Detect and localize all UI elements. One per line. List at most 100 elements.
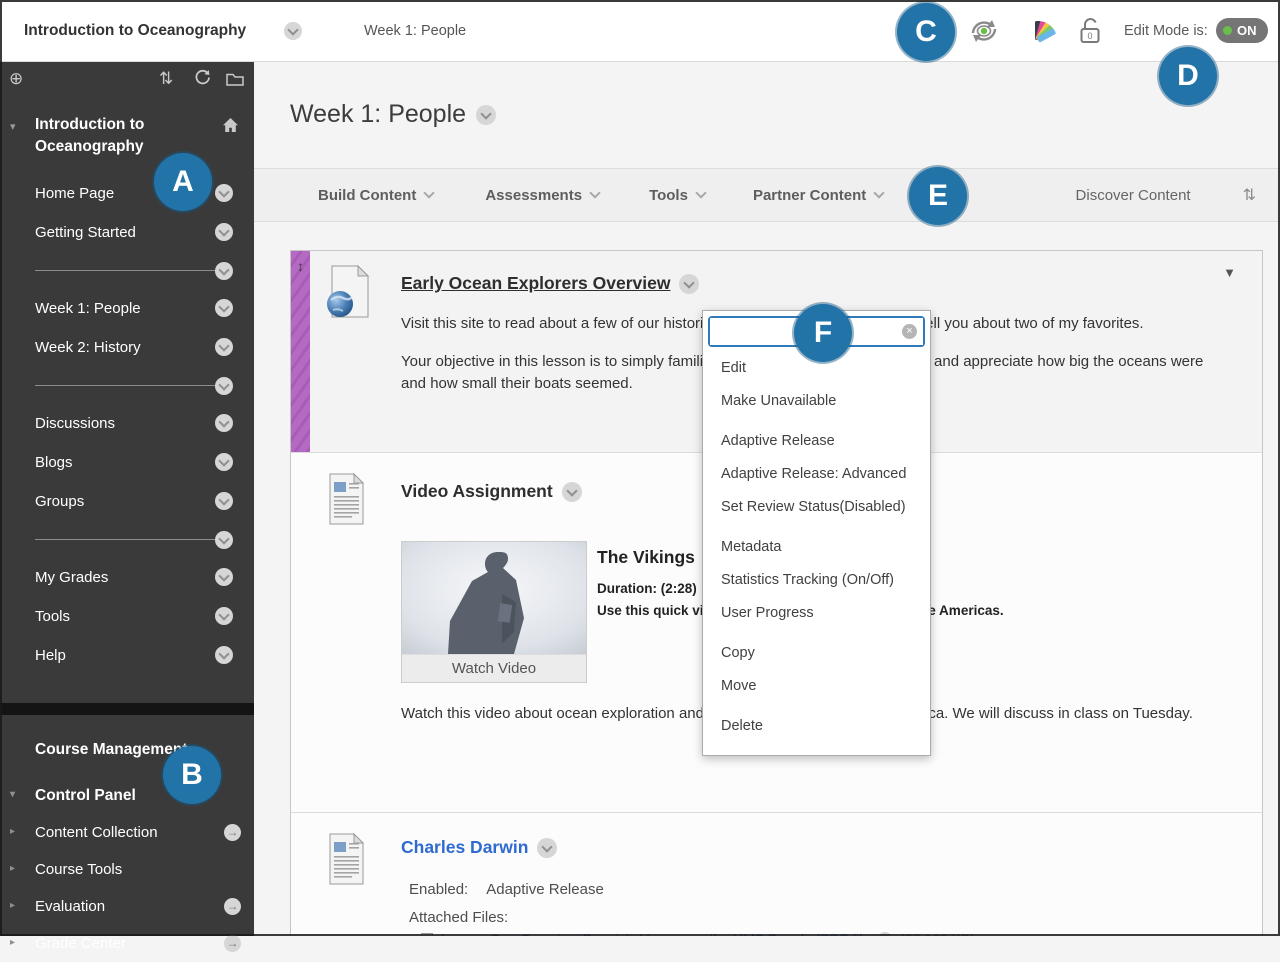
- content-item-charles-darwin: Charles Darwin Enabled: Adaptive Release…: [291, 813, 1262, 936]
- sidebar-course-header[interactable]: ▾ Introduction to Oceanography: [0, 98, 254, 164]
- item-options-chevron-icon[interactable]: [215, 453, 233, 471]
- menu-item-statistics-tracking[interactable]: Statistics Tracking (On/Off): [703, 564, 930, 597]
- menu-item-adaptive-release[interactable]: Adaptive Release: [703, 425, 930, 458]
- open-in-new-window-icon[interactable]: →: [224, 898, 241, 915]
- sidebar-item-help[interactable]: Help: [0, 636, 254, 675]
- student-preview-icon[interactable]: [966, 17, 1002, 50]
- sidebar-item-discussions[interactable]: Discussions: [0, 404, 254, 443]
- button-label: Build Content: [318, 186, 417, 204]
- item-options-chevron-icon[interactable]: [215, 184, 233, 202]
- drag-handle-icon[interactable]: ↕: [291, 258, 310, 274]
- sidebar-item-label: Week 2: History: [35, 339, 141, 356]
- sidebar-item-week-1-people[interactable]: Week 1: People: [0, 289, 254, 328]
- menu-item-user-progress[interactable]: User Progress: [703, 597, 930, 630]
- item-options-chevron-icon[interactable]: [537, 837, 558, 858]
- menu-item-delete[interactable]: Delete: [703, 710, 930, 743]
- item-title-link[interactable]: Charles Darwin: [401, 837, 528, 858]
- tools-button[interactable]: Tools: [649, 186, 707, 204]
- divider-options-chevron-icon[interactable]: [215, 377, 233, 395]
- menu-item-adaptive-release-advanced[interactable]: Adaptive Release: Advanced: [703, 458, 930, 491]
- toggle-green-dot-icon: [1223, 26, 1232, 35]
- collapse-triangle-icon[interactable]: ▾: [10, 120, 16, 133]
- item-options-chevron-icon[interactable]: [679, 273, 700, 294]
- sidebar-item-content-collection[interactable]: ▸ Content Collection →: [0, 814, 254, 851]
- refresh-icon[interactable]: [194, 69, 211, 91]
- chevron-down-icon: [589, 186, 601, 199]
- sidebar-course-title: Introduction to Oceanography: [35, 116, 145, 155]
- collapsed-triangle-icon[interactable]: ▸: [10, 900, 15, 911]
- page-title: Week 1: People: [290, 100, 497, 129]
- menu-item-make-unavailable[interactable]: Make Unavailable: [703, 385, 930, 418]
- item-options-chevron-icon[interactable]: [215, 607, 233, 625]
- sidebar-item-week-2-history[interactable]: Week 2: History: [0, 328, 254, 367]
- assessments-button[interactable]: Assessments: [485, 186, 601, 204]
- annotation-marker-c: C: [897, 3, 955, 61]
- item-options-chevron-icon[interactable]: [561, 481, 582, 502]
- item-options-chevron-icon[interactable]: [215, 646, 233, 664]
- course-management-header: Course Management: [35, 741, 188, 758]
- sidebar-item-label: Course Tools: [35, 861, 123, 878]
- enabled-value: Adaptive Release: [486, 881, 604, 898]
- add-menu-item-icon[interactable]: ⊕: [9, 70, 23, 88]
- item-title[interactable]: Video Assignment: [401, 481, 553, 502]
- sidebar-item-label: Groups: [35, 493, 85, 510]
- collapse-list-triangle-icon[interactable]: ▼: [1223, 265, 1236, 280]
- item-options-chevron-icon[interactable]: [215, 338, 233, 356]
- sidebar-item-evaluation[interactable]: ▸ Evaluation →: [0, 888, 254, 925]
- collapsed-triangle-icon[interactable]: ▸: [10, 863, 15, 874]
- open-in-new-window-icon[interactable]: →: [224, 824, 241, 841]
- attachment-link[interactable]: Lesson One Overview Darwin's Voyage on t…: [441, 931, 870, 936]
- sidebar-item-getting-started[interactable]: Getting Started: [0, 213, 254, 252]
- clear-search-icon[interactable]: ×: [902, 324, 917, 339]
- item-options-chevron-icon[interactable]: [215, 568, 233, 586]
- attachment-options-chevron-icon[interactable]: [878, 932, 893, 936]
- folder-view-icon[interactable]: [226, 72, 244, 90]
- discover-content-button[interactable]: Discover Content: [1076, 187, 1191, 204]
- button-label: Partner Content: [752, 186, 867, 204]
- partner-content-button[interactable]: Partner Content: [752, 186, 885, 204]
- sidebar-item-course-tools[interactable]: ▸ Course Tools: [0, 851, 254, 888]
- home-icon[interactable]: [222, 117, 239, 138]
- item-title-link[interactable]: Early Ocean Explorers Overview: [401, 273, 670, 294]
- menu-item-metadata[interactable]: Metadata: [703, 531, 930, 564]
- theme-palette-icon[interactable]: [1031, 18, 1057, 49]
- item-options-chevron-icon[interactable]: [215, 223, 233, 241]
- expanded-triangle-icon[interactable]: ▾: [10, 789, 15, 800]
- course-title-menu-chevron-icon[interactable]: [284, 22, 302, 40]
- chevron-down-icon: [695, 186, 707, 199]
- sidebar-item-blogs[interactable]: Blogs: [0, 443, 254, 482]
- page-title-options-chevron-icon[interactable]: [476, 104, 497, 125]
- collapsed-triangle-icon[interactable]: ▸: [10, 826, 15, 837]
- sidebar-item-label: Help: [35, 647, 66, 664]
- sidebar-item-label: Grade Center: [35, 935, 126, 952]
- edit-mode-toggle[interactable]: ON: [1216, 18, 1268, 43]
- watch-video-button[interactable]: Watch Video: [402, 654, 586, 682]
- divider-options-chevron-icon[interactable]: [215, 262, 233, 280]
- divider-options-chevron-icon[interactable]: [215, 531, 233, 549]
- sidebar-item-label: Control Panel: [35, 786, 136, 804]
- sidebar-item-label: Discussions: [35, 415, 116, 432]
- content-document-icon: [325, 472, 367, 530]
- sort-order-icon[interactable]: ⇅: [1243, 185, 1256, 205]
- open-in-new-window-icon[interactable]: →: [224, 935, 241, 952]
- item-options-chevron-icon[interactable]: [215, 492, 233, 510]
- sidebar-item-home-page[interactable]: Home Page: [0, 174, 254, 213]
- menu-item-set-review-status[interactable]: Set Review Status(Disabled): [703, 491, 930, 524]
- annotation-marker-d: D: [1159, 47, 1217, 105]
- sidebar-item-label: Evaluation: [35, 898, 106, 915]
- sidebar-item-grade-center[interactable]: ▸ Grade Center →: [0, 925, 254, 962]
- annotation-marker-b: B: [163, 746, 221, 804]
- item-options-chevron-icon[interactable]: [215, 414, 233, 432]
- video-thumbnail[interactable]: [402, 542, 586, 654]
- sidebar-item-my-grades[interactable]: My Grades: [0, 558, 254, 597]
- menu-item-move[interactable]: Move: [703, 670, 930, 703]
- menu-item-copy[interactable]: Copy: [703, 637, 930, 670]
- item-options-chevron-icon[interactable]: [215, 299, 233, 317]
- sidebar-item-groups[interactable]: Groups: [0, 482, 254, 521]
- sidebar-item-tools[interactable]: Tools: [0, 597, 254, 636]
- build-content-button[interactable]: Build Content: [318, 186, 435, 204]
- reorder-menu-icon[interactable]: ⇅: [159, 70, 173, 88]
- collapsed-triangle-icon[interactable]: ▸: [10, 937, 15, 948]
- unlocked-padlock-icon[interactable]: 0: [1078, 16, 1104, 51]
- sidebar-item-label: My Grades: [35, 569, 109, 586]
